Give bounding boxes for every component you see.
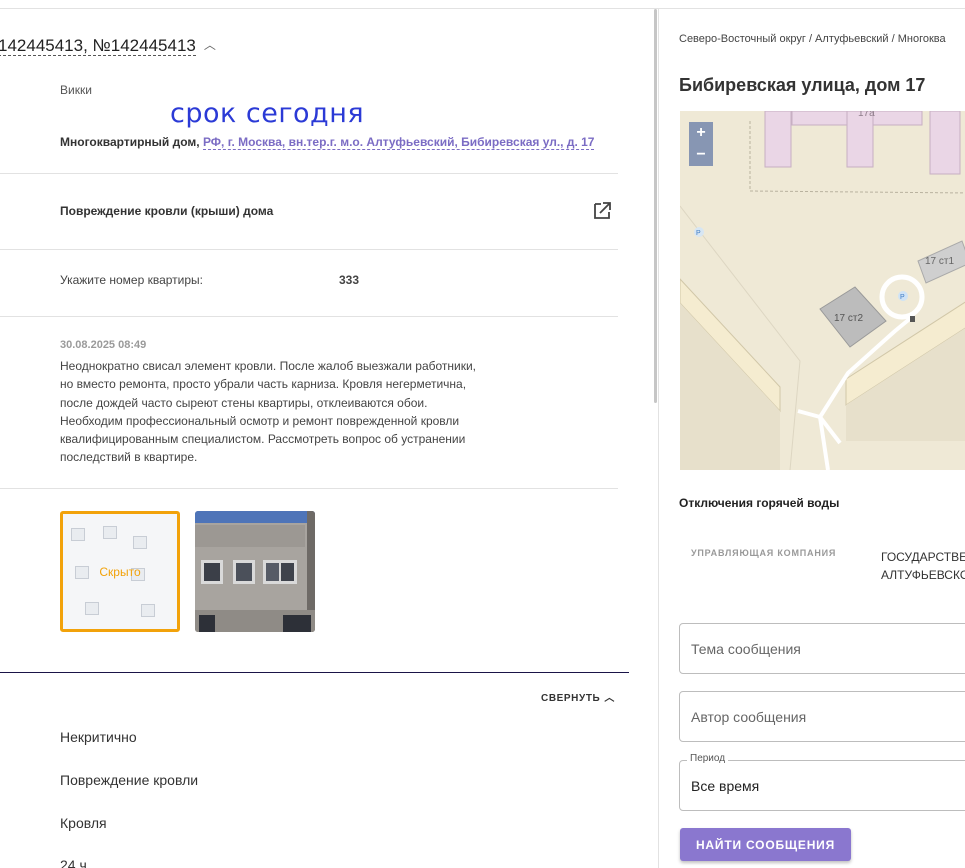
property-criticality: Некритично (60, 729, 137, 745)
property-object: Кровля (60, 815, 107, 831)
section-divider (0, 672, 629, 673)
object-sidebar: Северо-Восточный округ / Алтуфьевский / … (659, 9, 965, 868)
divider (0, 316, 618, 317)
request-description: Неоднократно свисал элемент кровли. Посл… (60, 359, 477, 465)
breadcrumb: Северо-Восточный округ / Алтуфьевский / … (679, 33, 946, 45)
period-value: Все время (691, 778, 760, 794)
divider (0, 249, 618, 250)
subject-input[interactable] (680, 624, 965, 673)
zoom-out-button[interactable]: − (689, 144, 713, 166)
apartment-label: Укажите номер квартиры: (60, 273, 204, 287)
period-select[interactable]: Период Все время (679, 753, 965, 811)
management-company-line1: ГОСУДАРСТВЕ (881, 550, 965, 564)
parking-label: P (696, 230, 701, 237)
author-field[interactable] (679, 691, 965, 742)
divider (0, 173, 618, 174)
subject-field[interactable] (679, 623, 965, 674)
zoom-in-button[interactable]: + (689, 122, 713, 144)
building-photo (195, 511, 315, 632)
management-company-value: ГОСУДАРСТВЕ АЛТУФЬЕВСКО (881, 548, 965, 584)
building-type: Многоквартирный дом, (60, 135, 200, 149)
author-input[interactable] (680, 692, 965, 741)
building-label-17a: 17а (858, 111, 875, 119)
building-label-17st1: 17 ст1 (925, 256, 954, 267)
building-label-17st2: 17 ст2 (834, 313, 863, 324)
photo-thumbnail[interactable] (195, 511, 315, 632)
request-category: Повреждение кровли (крыши) дома (60, 204, 274, 218)
chevron-up-icon[interactable]: ︿ (204, 36, 216, 53)
request-title[interactable]: 142445413, №142445413 ︿ (0, 36, 216, 56)
open-external-icon[interactable] (592, 201, 612, 221)
apartment-value: 333 (339, 273, 360, 287)
collapse-button[interactable]: СВЕРНУТЬ ︿ (541, 689, 615, 704)
chevron-up-icon: ︿ (604, 693, 615, 704)
period-label: Период (687, 753, 729, 764)
divider (0, 488, 618, 489)
find-messages-button[interactable]: НАЙТИ СООБЩЕНИЯ (680, 828, 851, 861)
management-company-label: УПРАВЛЯЮЩАЯ КОМПАНИЯ (691, 548, 837, 558)
parking-label: P (900, 294, 905, 301)
request-number[interactable]: 142445413, №142445413 (0, 36, 196, 56)
collapse-label: СВЕРНУТЬ (541, 693, 601, 704)
request-author: Викки (60, 83, 92, 97)
hidden-photo-label: Скрыто (99, 564, 141, 579)
request-panel: 142445413, №142445413 ︿ Викки срок сегодн… (0, 9, 656, 868)
map-canvas: 17а 17 ст1 17 ст2 P P (680, 111, 965, 470)
map[interactable]: 17а 17 ст1 17 ст2 P P + − (680, 111, 965, 470)
property-problem: Повреждение кровли (60, 772, 199, 788)
property-deadline: 24 ч (60, 857, 87, 868)
address-link[interactable]: РФ, г. Москва, вн.тер.г. м.о. Алтуфьевск… (202, 135, 595, 150)
deadline-stamp: срок сегодня (170, 98, 365, 129)
photo-thumbnail-hidden[interactable]: Скрыто (60, 511, 180, 632)
street-title: Бибиревская улица, дом 17 (679, 75, 926, 95)
object-address: Многоквартирный дом, РФ, г. Москва, вн.т… (60, 135, 595, 150)
scrollbar[interactable] (654, 9, 657, 403)
request-date: 30.08.2025 08:49 (60, 339, 147, 351)
management-company-line2: АЛТУФЬЕВСКО (881, 568, 965, 582)
hot-water-title: Отключения горячей воды (679, 496, 840, 510)
